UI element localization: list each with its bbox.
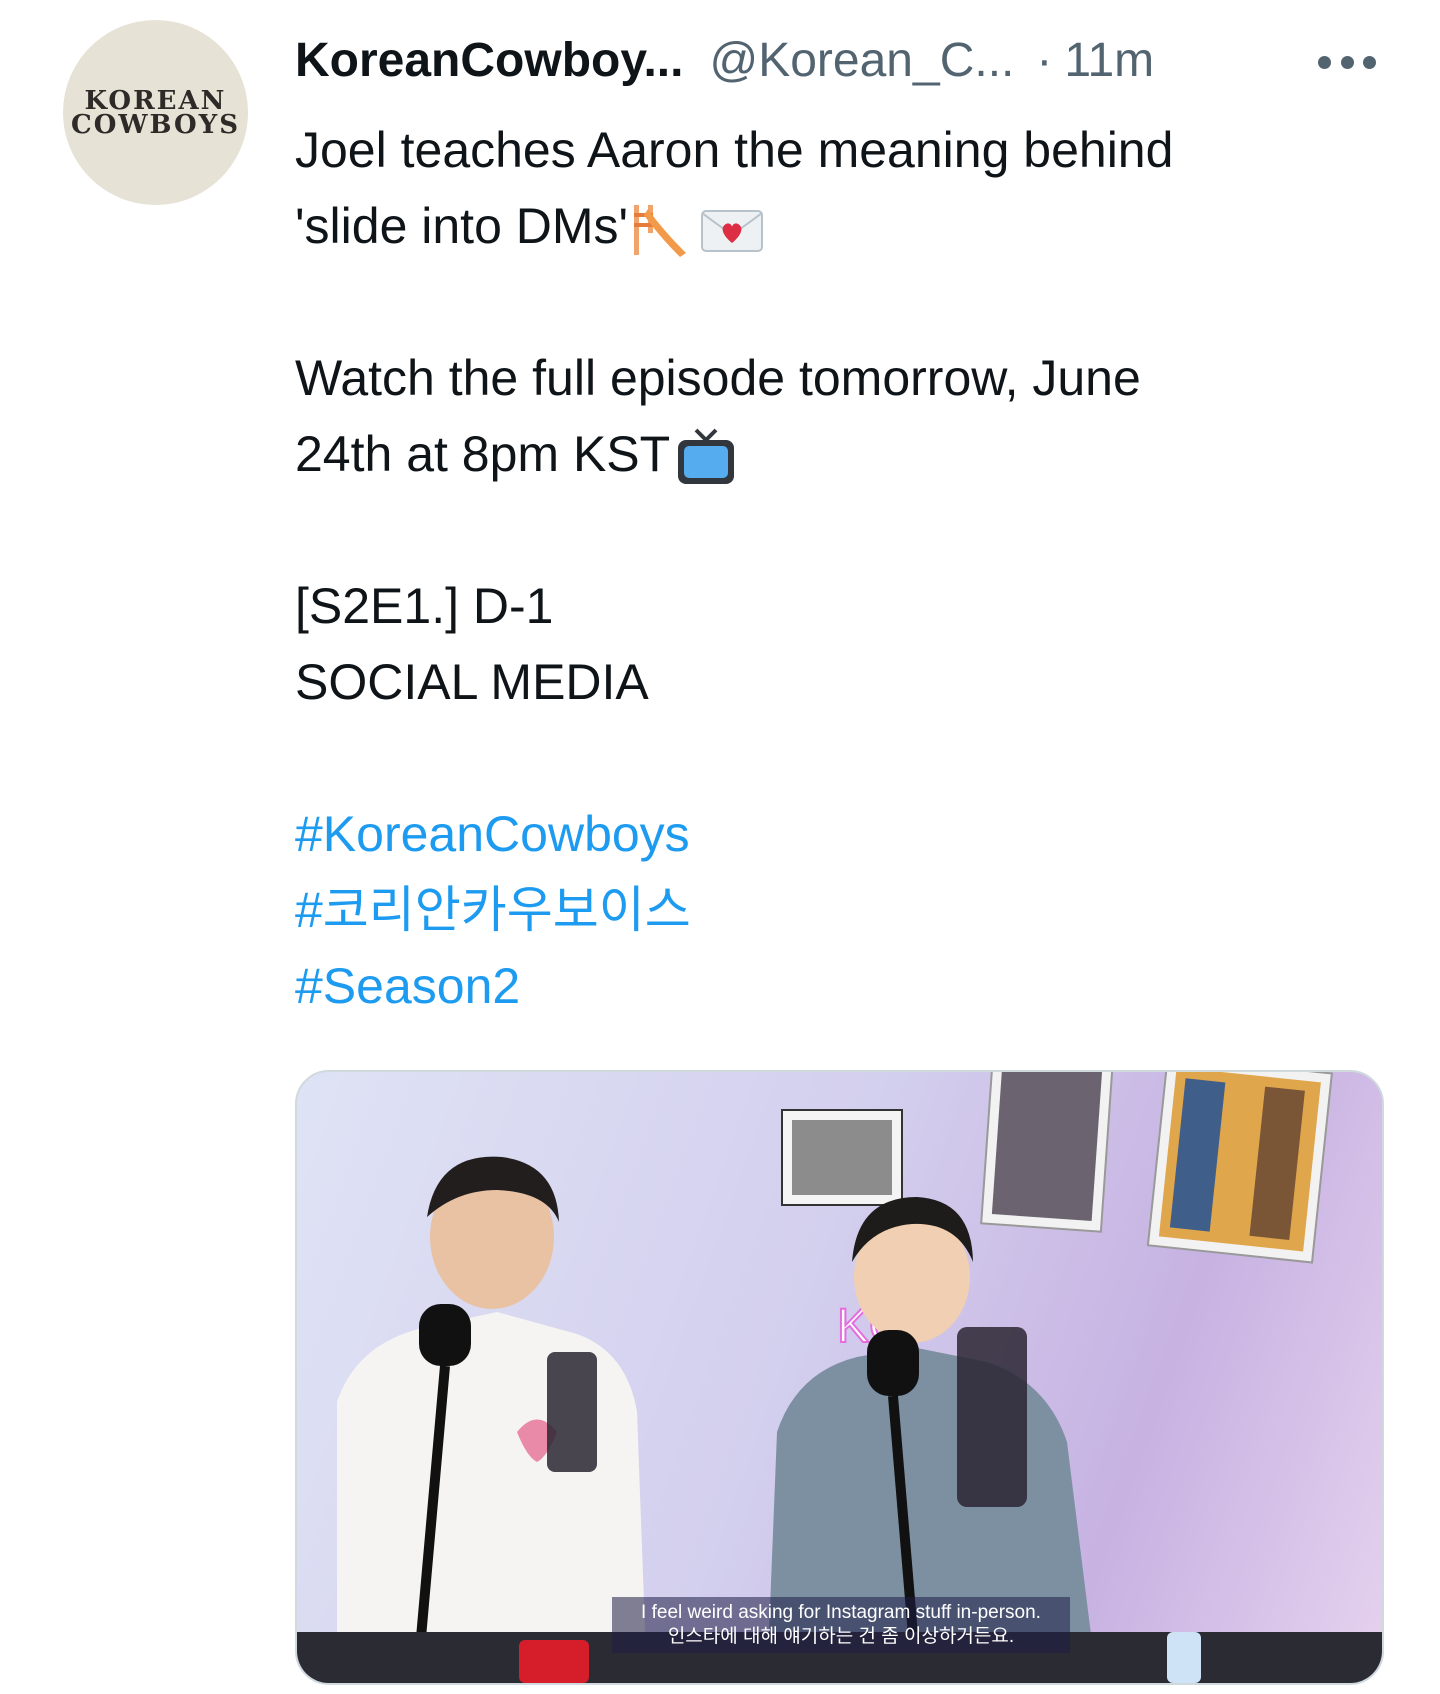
television-emoji	[678, 428, 735, 484]
more-horizontal-icon[interactable]	[1318, 42, 1376, 82]
video-subtitle: I feel weird asking for Instagram stuff …	[612, 1597, 1070, 1653]
tweet-line: [S2E1.] D-1	[295, 578, 554, 634]
profile-avatar[interactable]: KOREAN COWBOYS	[63, 20, 248, 205]
hashtag-link[interactable]: #Season2	[295, 948, 1375, 1024]
avatar-text-line1: KOREAN	[84, 85, 227, 116]
separator-dot: ·	[1036, 33, 1053, 87]
more-dot	[1340, 55, 1354, 69]
tweet-timestamp[interactable]: 11m	[1064, 33, 1154, 88]
love-letter-emoji	[701, 209, 764, 252]
user-handle[interactable]: @Korean_C...	[709, 33, 1014, 88]
tweet-line: 24th at 8pm KST	[295, 416, 1375, 492]
line-break	[295, 492, 1375, 568]
display-name[interactable]: KoreanCowboy...	[295, 33, 683, 88]
tweet-media-video[interactable]: KO CO I feel weird asking for Instagram …	[295, 1070, 1384, 1685]
subtitle-korean: 인스타에 대해 얘기하는 건 좀 이상하거든요.	[667, 1626, 1015, 1647]
tweet-line: Watch the full episode tomorrow, June	[295, 350, 1141, 406]
avatar-text-line2: COWBOYS	[71, 109, 240, 140]
hashtag-link[interactable]: #코리안카우보이스	[295, 872, 1375, 948]
line-break	[295, 264, 1375, 340]
playground-slide-emoji	[634, 204, 687, 257]
more-dot	[1318, 55, 1331, 69]
line-break	[295, 720, 1375, 796]
video-frame: KO CO	[297, 1072, 1382, 1683]
subtitle-english: I feel weird asking for Instagram stuff …	[641, 1602, 1041, 1623]
tweet-line: Joel teaches Aaron the meaning behind	[295, 122, 1174, 178]
tweet-line: 'slide into DMs'	[295, 188, 1375, 264]
tweet-line: SOCIAL MEDIA	[295, 654, 649, 710]
tweet-text: Joel teaches Aaron the meaning behind 's…	[295, 112, 1375, 1024]
hashtag-link[interactable]: #KoreanCowboys	[295, 796, 1375, 872]
more-dot	[1363, 55, 1376, 69]
tweet-header: KoreanCowboy... @Korean_C... · 11m	[295, 24, 1154, 96]
